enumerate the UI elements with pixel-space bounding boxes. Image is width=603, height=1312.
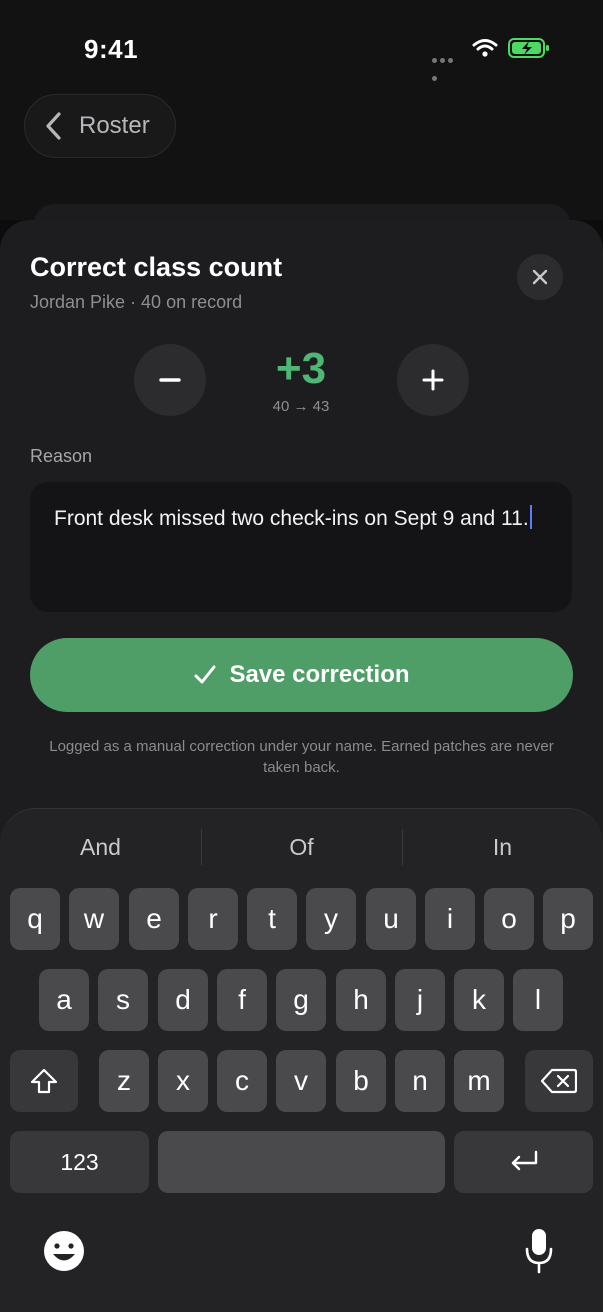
footnote: Logged as a manual correction under your… <box>49 738 554 776</box>
suggestion-item[interactable]: Of <box>201 825 402 869</box>
shift-icon <box>30 1068 58 1094</box>
save-correction-button[interactable]: Save correction <box>30 638 573 712</box>
key-l[interactable]: l <box>513 969 563 1031</box>
key-r[interactable]: r <box>188 888 238 950</box>
key-e[interactable]: e <box>129 888 179 950</box>
minus-icon <box>159 378 181 382</box>
key-d[interactable]: d <box>158 969 208 1031</box>
suggestion-bar: And Of In <box>0 825 603 869</box>
backspace-icon <box>541 1068 577 1094</box>
key-a[interactable]: a <box>39 969 89 1031</box>
space-key[interactable] <box>158 1131 445 1193</box>
key-y[interactable]: y <box>306 888 356 950</box>
text-caret <box>529 505 532 529</box>
key-c[interactable]: c <box>217 1050 267 1112</box>
count-delta: +3 <box>275 344 327 393</box>
suggestion-item[interactable]: In <box>402 825 603 869</box>
key-i[interactable]: i <box>425 888 475 950</box>
key-k[interactable]: k <box>454 969 504 1031</box>
key-x[interactable]: x <box>158 1050 208 1112</box>
shift-key[interactable] <box>10 1050 78 1112</box>
key-z[interactable]: z <box>99 1050 149 1112</box>
key-w[interactable]: w <box>69 888 119 950</box>
reason-text: Front desk missed two check-ins on Sept … <box>54 507 529 530</box>
numbers-key[interactable]: 123 <box>10 1131 149 1193</box>
key-v[interactable]: v <box>276 1050 326 1112</box>
plus-icon <box>422 369 444 391</box>
key-q[interactable]: q <box>10 888 60 950</box>
emoji-icon[interactable] <box>42 1229 86 1273</box>
delete-key[interactable] <box>525 1050 593 1112</box>
reason-field[interactable]: Front desk missed two check-ins on Sept … <box>30 482 572 612</box>
chevron-left-icon <box>46 112 61 140</box>
key-t[interactable]: t <box>247 888 297 950</box>
back-button[interactable]: Roster <box>24 94 176 158</box>
key-n[interactable]: n <box>395 1050 445 1112</box>
return-icon <box>511 1150 537 1171</box>
back-button-label: Roster <box>79 112 150 139</box>
cellular-signal-icon <box>432 50 462 81</box>
wifi-icon <box>472 39 498 57</box>
sheet-subtitle: Jordan Pike · 40 on record <box>30 292 243 312</box>
increment-button[interactable] <box>397 344 469 416</box>
key-g[interactable]: g <box>276 969 326 1031</box>
keyboard: And Of In q w e r t y u i o p a s d f g … <box>0 808 603 1312</box>
decrement-button[interactable] <box>134 344 206 416</box>
count-delta-detail: 40 → 43 <box>272 398 330 415</box>
battery-charging-icon <box>508 38 549 58</box>
sheet-title: Correct class count <box>30 252 283 282</box>
key-j[interactable]: j <box>395 969 445 1031</box>
key-f[interactable]: f <box>217 969 267 1031</box>
save-button-label: Save correction <box>229 661 410 688</box>
key-p[interactable]: p <box>543 888 593 950</box>
reason-label: Reason <box>30 446 93 466</box>
key-s[interactable]: s <box>98 969 148 1031</box>
microphone-icon[interactable] <box>523 1227 555 1275</box>
key-m[interactable]: m <box>454 1050 504 1112</box>
checkmark-icon <box>194 665 216 684</box>
status-time: 9:41 <box>84 34 139 64</box>
suggestion-item[interactable]: And <box>0 825 201 869</box>
key-o[interactable]: o <box>484 888 534 950</box>
close-button[interactable] <box>517 254 563 300</box>
key-h[interactable]: h <box>336 969 386 1031</box>
return-key[interactable] <box>454 1131 593 1193</box>
status-bar: 9:41 <box>0 0 603 90</box>
key-u[interactable]: u <box>366 888 416 950</box>
close-icon <box>532 269 548 285</box>
key-b[interactable]: b <box>336 1050 386 1112</box>
